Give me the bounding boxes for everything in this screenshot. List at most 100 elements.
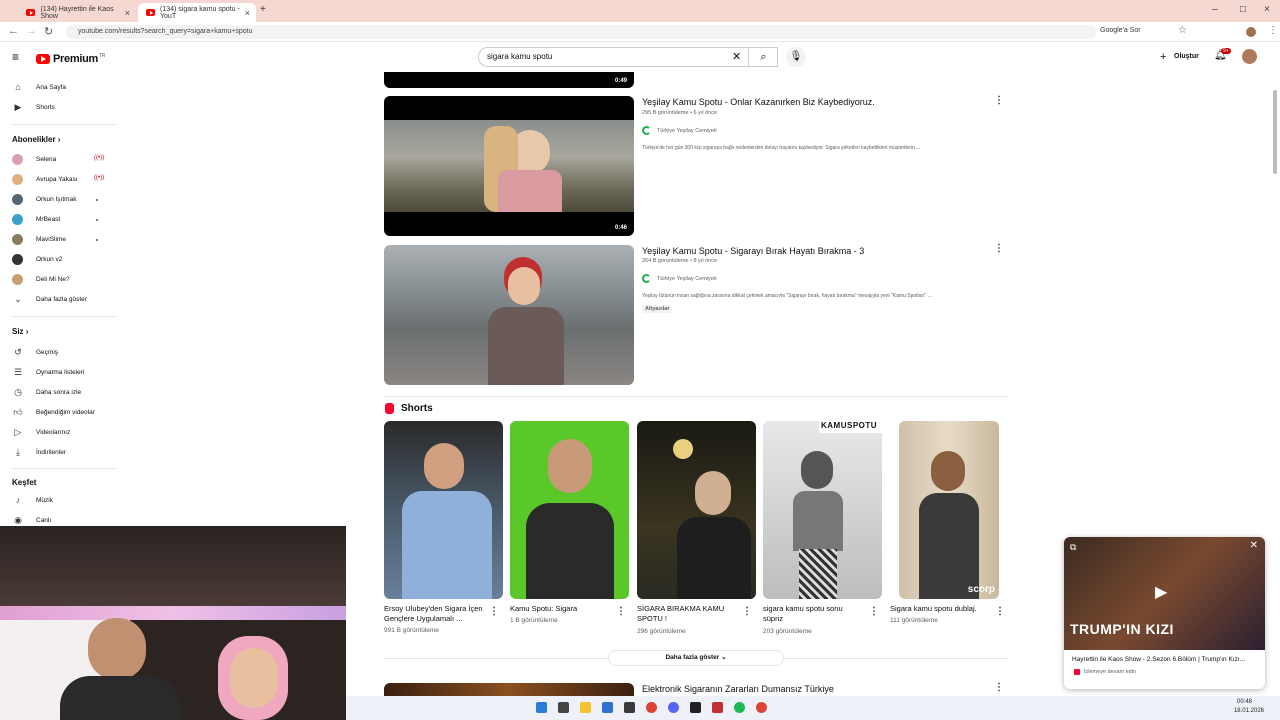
sidebar-item-music[interactable]: ♪ Müzik (12, 495, 53, 505)
sidebar-sub-orkun-isitmak[interactable]: Orkun Işıtmak (12, 194, 76, 205)
more-options-icon[interactable]: ⋮ (995, 606, 1005, 617)
sidebar-sub-mrbeast[interactable]: MrBeast (12, 214, 60, 225)
browser-tab-bar: (134) Hayrettin ile Kaos Show × (134) si… (0, 0, 1280, 22)
more-options-icon[interactable]: ⋮ (616, 606, 626, 617)
play-icon[interactable]: ▶ (1155, 582, 1167, 602)
clock-time[interactable]: 00:48 (1237, 699, 1252, 705)
more-options-icon[interactable]: ⋮ (994, 682, 1004, 693)
chrome-icon[interactable] (756, 702, 767, 713)
channel-link[interactable]: Türkiye Yeşilay Cemiyeti (642, 274, 717, 283)
short-thumbnail[interactable]: KAMUSPOTU (763, 421, 882, 599)
store-icon[interactable] (602, 702, 613, 713)
close-window-icon[interactable]: × (1264, 4, 1270, 15)
video-title[interactable]: Yeşilay Kamu Spotu - Onlar Kazanırken Bi… (642, 97, 875, 107)
channel-avatar (12, 254, 23, 265)
sidebar-item-live[interactable]: ◉ Canlı (12, 515, 51, 526)
short-title[interactable]: sigara kamu spotu sonu süpriz (763, 604, 853, 624)
sidebar-show-more[interactable]: ⌄ Daha fazla göster (12, 294, 87, 305)
more-options-icon[interactable]: ⋮ (489, 606, 499, 617)
maximize-icon[interactable]: □ (1240, 4, 1246, 15)
google-ask-button[interactable]: Google'a Sor (1100, 27, 1141, 34)
clock-date[interactable]: 18.01.2026 (1234, 708, 1264, 714)
sidebar-item-playlists[interactable]: ☰ Oynatma listeleri (12, 367, 84, 378)
sidebar-sub-orkun-v2[interactable]: Orkun v2 (12, 254, 62, 265)
close-tab-icon[interactable]: × (245, 8, 250, 18)
miniplayer-continue[interactable]: İzlemeye devam edin (1074, 669, 1136, 675)
spotify-icon[interactable] (734, 702, 745, 713)
youtube-logo[interactable]: Premium TR (36, 53, 105, 65)
video-thumbnail[interactable]: 0:46 (384, 96, 634, 236)
more-options-icon[interactable]: ⋮ (994, 95, 1004, 106)
video-title[interactable]: Elektronik Sigaranın Zararları Dumansız … (642, 684, 834, 694)
short-title[interactable]: Ersoy Ulubey'den Sigara İçen Gençlere Uy… (384, 604, 484, 624)
chrome-icon[interactable] (646, 702, 657, 713)
app-icon[interactable] (624, 702, 635, 713)
close-tab-icon[interactable]: × (125, 8, 130, 18)
more-options-icon[interactable]: ⋮ (869, 606, 879, 617)
discord-icon[interactable] (668, 702, 679, 713)
more-options-icon[interactable]: ⋮ (742, 606, 752, 617)
browser-menu-icon[interactable]: ⋮ (1268, 25, 1278, 36)
short-title[interactable]: SİGARA BIRAKMA KAMU SPOTU ! (637, 604, 737, 624)
sidebar-sub-deli-mi-ne[interactable]: Deli Mi Ne? (12, 274, 70, 285)
create-button[interactable]: Oluştur (1174, 53, 1199, 60)
expand-icon[interactable]: ⧉ (1070, 542, 1076, 553)
reload-icon[interactable]: ↻ (44, 25, 53, 38)
new-content-dot (96, 239, 98, 241)
url-field[interactable]: youtube.com/results?search_query=sigara+… (66, 25, 1096, 39)
browser-tab-2[interactable]: (134) sigara kamu spotu - YouT × (138, 3, 256, 22)
new-tab-icon[interactable]: + (260, 4, 266, 15)
you-heading[interactable]: Siz › (12, 327, 28, 336)
account-avatar[interactable] (1242, 49, 1257, 64)
video-title[interactable]: Yeşilay Kamu Spotu - Sigarayı Bırak Haya… (642, 246, 864, 256)
voice-search-icon[interactable]: 🎙︎ (786, 47, 806, 67)
page-scrollbar[interactable] (1273, 90, 1277, 174)
file-explorer-icon[interactable] (580, 702, 591, 713)
sidebar-item-liked[interactable]: 👍︎ Beğendiğim videolar (12, 407, 95, 418)
browser-tab-1[interactable]: (134) Hayrettin ile Kaos Show × (18, 3, 136, 22)
short-thumbnail[interactable] (384, 421, 503, 599)
video-meta: 264 B görüntüleme • 8 yıl önce (642, 258, 717, 264)
close-miniplayer-icon[interactable]: ✕ (1250, 540, 1258, 551)
sidebar-sub-selena[interactable]: Selena (12, 154, 56, 165)
subscriptions-heading[interactable]: Abonelikler › (12, 135, 60, 144)
sidebar-item-home[interactable]: ⌂ Ana Sayfa (12, 82, 66, 92)
short-thumbnail[interactable]: scorp (899, 421, 999, 599)
sidebar-item-your-videos[interactable]: ▷ Videolarınız (12, 427, 71, 438)
search-button[interactable]: ⌕ (748, 47, 778, 67)
sidebar-sub-avrupa-yakasi[interactable]: Avrupa Yakası (12, 174, 78, 185)
thumbnail-lamp (673, 439, 693, 459)
miniplayer-title[interactable]: Hayrettin ile Kaos Show - 2.Sezon 6.Bölü… (1072, 656, 1260, 663)
video-thumbnail[interactable]: 0:49 (384, 72, 634, 88)
task-view-icon[interactable] (558, 702, 569, 713)
miniplayer[interactable]: ⧉ ✕ ▶ TRUMP'IN KIZI Hayrettin ile Kaos S… (1064, 537, 1265, 689)
short-title[interactable]: Kamu Spotu: Sigara (510, 604, 610, 614)
back-icon[interactable]: ← (8, 25, 19, 37)
live-indicator-icon: ((•)) (94, 155, 105, 161)
short-thumbnail[interactable] (637, 421, 756, 599)
sidebar-item-label: MrBeast (36, 216, 61, 223)
channel-link[interactable]: Türkiye Yeşilay Cemiyeti (642, 126, 717, 135)
sidebar-item-downloads[interactable]: ⤓ İndirilenler (12, 447, 66, 458)
video-thumbnail[interactable] (384, 245, 634, 385)
windows-start-icon[interactable] (536, 702, 547, 713)
youtube-play-logo-icon (36, 54, 50, 64)
app-icon[interactable] (712, 702, 723, 713)
more-options-icon[interactable]: ⋮ (994, 243, 1004, 254)
video-thumbnail[interactable] (384, 683, 634, 696)
app-icon[interactable] (690, 702, 701, 713)
hamburger-menu-icon[interactable]: ≡ (12, 50, 19, 64)
bookmark-star-icon[interactable]: ☆ (1178, 25, 1187, 36)
sidebar-item-watch-later[interactable]: ◷ Daha sonra izle (12, 387, 81, 398)
short-thumbnail[interactable] (510, 421, 629, 599)
sidebar-item-history[interactable]: ↺ Geçmiş (12, 347, 58, 358)
forward-icon[interactable]: → (26, 25, 37, 37)
youtube-small-icon (1074, 669, 1080, 675)
sidebar-item-shorts[interactable]: ▶ Shorts (12, 102, 55, 113)
minimize-icon[interactable]: – (1212, 4, 1218, 15)
profile-avatar[interactable] (1246, 27, 1256, 37)
short-title[interactable]: Sigara kamu spotu dublaj. (890, 604, 990, 614)
sidebar-sub-mavislime[interactable]: MaviSlime (12, 234, 66, 245)
clear-search-icon[interactable]: ✕ (732, 50, 741, 63)
shorts-show-more-button[interactable]: Daha fazla göster ⌄ (608, 650, 784, 666)
